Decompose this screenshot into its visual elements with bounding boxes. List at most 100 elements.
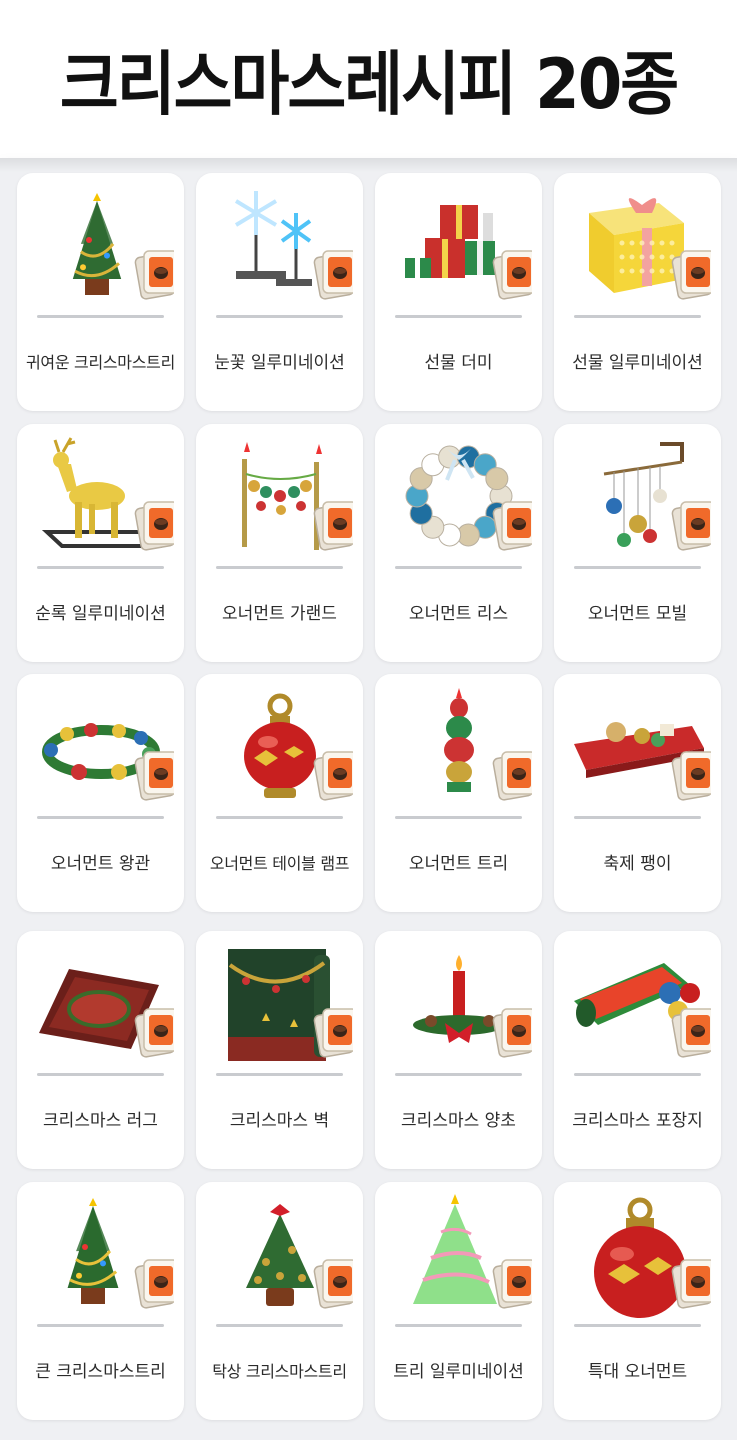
recipe-name: 크리스마스 러그 [43, 1111, 158, 1131]
card-divider [37, 566, 164, 569]
card-divider [216, 315, 343, 318]
recipe-card-icon [313, 501, 353, 551]
card-divider [216, 566, 343, 569]
recipe-name: 오너먼트 리스 [408, 604, 509, 624]
christmas-rug-icon [27, 941, 174, 1067]
recipe-card-icon [313, 250, 353, 300]
recipe-card[interactable]: 선물 일루미네이션 [554, 173, 721, 411]
recipe-card-icon [134, 1259, 174, 1309]
recipe-card[interactable]: 눈꽃 일루미네이션 [196, 173, 363, 411]
ornament-crown-icon [27, 684, 174, 810]
recipe-name: 크리스마스 벽 [229, 1111, 330, 1131]
gift-pile-icon [385, 183, 532, 309]
card-divider [37, 315, 164, 318]
ornament-mobile-icon [564, 434, 711, 560]
recipe-card-icon [671, 250, 711, 300]
recipe-name: 선물 더미 [424, 353, 493, 373]
recipe-card[interactable]: 귀여운 크리스마스트리 [17, 173, 184, 411]
header: 크리스마스레시피 20종 [0, 0, 737, 158]
recipe-card[interactable]: 오너먼트 트리 [375, 674, 542, 912]
recipe-name: 선물 일루미네이션 [572, 353, 703, 373]
card-divider [37, 1073, 164, 1076]
card-divider [574, 1324, 701, 1327]
recipe-name: 오너먼트 가랜드 [222, 604, 337, 624]
recipe-name: 탁상 크리스마스트리 [212, 1362, 347, 1381]
card-divider [395, 566, 522, 569]
recipe-card-icon [134, 250, 174, 300]
card-divider [216, 816, 343, 819]
festive-top-icon [564, 684, 711, 810]
snowflake-illumination-icon [206, 183, 353, 309]
big-christmas-tree-icon [27, 1192, 174, 1318]
recipe-card-icon [671, 501, 711, 551]
card-divider [37, 1324, 164, 1327]
christmas-wrapping-paper-icon [564, 941, 711, 1067]
gift-box-illumination-icon [564, 183, 711, 309]
card-divider [216, 1073, 343, 1076]
card-divider [216, 1324, 343, 1327]
recipe-card[interactable]: 선물 더미 [375, 173, 542, 411]
recipe-card[interactable]: 큰 크리스마스트리 [17, 1182, 184, 1420]
recipe-card[interactable]: 크리스마스 러그 [17, 931, 184, 1169]
recipe-name: 귀여운 크리스마스트리 [26, 353, 175, 372]
christmas-candle-icon [385, 941, 532, 1067]
tabletop-christmas-tree-icon [206, 1192, 353, 1318]
recipe-card[interactable]: 트리 일루미네이션 [375, 1182, 542, 1420]
recipe-card-icon [492, 751, 532, 801]
card-divider [574, 315, 701, 318]
ornament-garland-icon [206, 434, 353, 560]
recipe-card-icon [671, 1259, 711, 1309]
recipe-card-icon [134, 501, 174, 551]
recipe-card-icon [671, 751, 711, 801]
recipe-name: 크리스마스 양초 [401, 1111, 516, 1131]
recipe-card-icon [134, 751, 174, 801]
recipe-card-icon [134, 1008, 174, 1058]
recipe-card[interactable]: 탁상 크리스마스트리 [196, 1182, 363, 1420]
recipe-card[interactable]: 크리스마스 벽 [196, 931, 363, 1169]
recipe-card-icon [492, 1259, 532, 1309]
card-divider [395, 1324, 522, 1327]
recipe-card-icon [492, 1008, 532, 1058]
ornament-table-lamp-icon [206, 684, 353, 810]
recipe-card[interactable]: 크리스마스 포장지 [554, 931, 721, 1169]
recipe-card[interactable]: 오너먼트 테이블 램프 [196, 674, 363, 912]
recipe-card[interactable]: 축제 팽이 [554, 674, 721, 912]
recipe-name: 눈꽃 일루미네이션 [214, 353, 345, 373]
recipe-card[interactable]: 크리스마스 양초 [375, 931, 542, 1169]
recipe-card-icon [671, 1008, 711, 1058]
small-christmas-tree-icon [27, 183, 174, 309]
card-divider [37, 816, 164, 819]
card-divider [395, 1073, 522, 1076]
card-divider [574, 1073, 701, 1076]
card-divider [395, 816, 522, 819]
recipe-card-icon [492, 250, 532, 300]
christmas-wall-icon [206, 941, 353, 1067]
recipe-card[interactable]: 순록 일루미네이션 [17, 424, 184, 662]
recipe-name: 오너먼트 왕관 [50, 854, 151, 874]
recipe-name: 오너먼트 모빌 [587, 604, 688, 624]
card-divider [395, 315, 522, 318]
ornament-tree-icon [385, 684, 532, 810]
recipe-card-icon [313, 1259, 353, 1309]
recipe-name: 특대 오너먼트 [587, 1362, 688, 1382]
recipe-card-icon [313, 1008, 353, 1058]
recipe-name: 트리 일루미네이션 [393, 1362, 524, 1382]
recipe-card-icon [492, 501, 532, 551]
recipe-name: 순록 일루미네이션 [35, 604, 166, 624]
recipe-card[interactable]: 오너먼트 리스 [375, 424, 542, 662]
recipe-name: 큰 크리스마스트리 [35, 1362, 166, 1382]
card-divider [574, 816, 701, 819]
recipe-name: 크리스마스 포장지 [572, 1111, 703, 1131]
recipe-card[interactable]: 오너먼트 왕관 [17, 674, 184, 912]
recipe-card[interactable]: 오너먼트 모빌 [554, 424, 721, 662]
recipe-card[interactable]: 오너먼트 가랜드 [196, 424, 363, 662]
reindeer-illumination-icon [27, 434, 174, 560]
ornament-wreath-icon [385, 434, 532, 560]
giant-ornament-icon [564, 1192, 711, 1318]
recipe-name: 오너먼트 트리 [408, 854, 509, 874]
page-title: 크리스마스레시피 20종 [59, 45, 679, 126]
card-divider [574, 566, 701, 569]
recipe-card-icon [313, 751, 353, 801]
recipe-card[interactable]: 특대 오너먼트 [554, 1182, 721, 1420]
tree-illumination-icon [385, 1192, 532, 1318]
